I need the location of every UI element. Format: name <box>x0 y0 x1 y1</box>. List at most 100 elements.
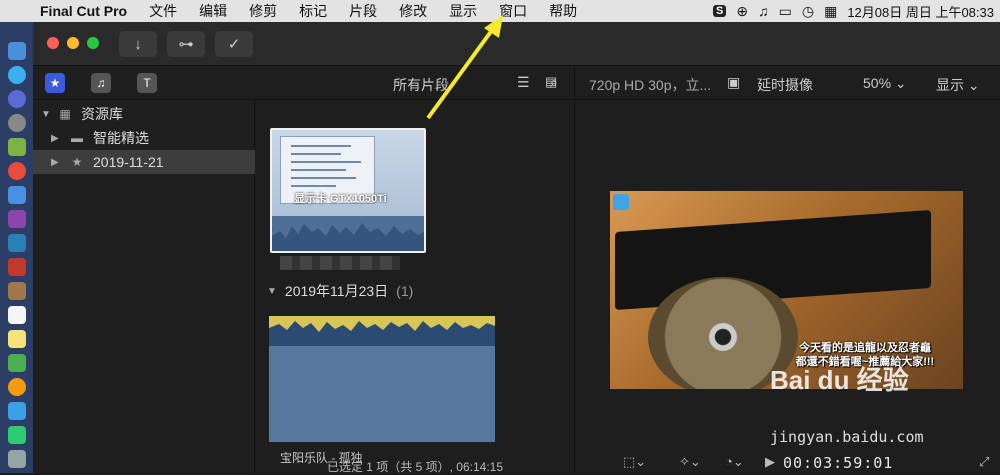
viewer-footer: ⬚⌄ ✧⌄ ◔⌄ ▶ 00:03:59:01 ⤢ <box>575 454 1000 473</box>
sidebar-item-label: 2019-11-21 <box>93 154 164 170</box>
clip-caption: 显示卡 GTX1050Ti <box>294 193 387 205</box>
clip-thumbnail-2[interactable] <box>269 316 495 442</box>
date-group-header[interactable]: ▼ 2019年11月23日 (1) <box>267 281 413 301</box>
display-icon[interactable]: ▭ <box>779 3 792 20</box>
fcp-window: ↓ ⊶ ✓ ★ ♫ T ▼ ▦ 资源库 ▶ ▬ 智能精选 ▶ ★ 2019-11… <box>33 22 1000 474</box>
fullscreen-icon[interactable]: ⤢ <box>979 454 989 470</box>
clip-thumbnail-image: 显示卡 GTX1050Ti <box>272 130 424 216</box>
format-info: 720p HD 30p，立... <box>589 77 712 93</box>
video-corner-icon <box>613 194 629 210</box>
menu-help[interactable]: 帮助 <box>549 1 577 21</box>
library-grid-icon: ▦ <box>59 107 71 121</box>
toolbar: ↓ ⊶ ✓ <box>33 22 1000 66</box>
safari-icon[interactable] <box>8 66 26 84</box>
zoom-dropdown[interactable]: 50% ⌄ <box>863 75 907 92</box>
display-label: 显示 <box>936 77 964 93</box>
close-button[interactable] <box>47 37 59 49</box>
maps-icon[interactable] <box>8 354 26 372</box>
menu-mark[interactable]: 标记 <box>299 1 327 21</box>
browser-header: 所有片段 ☰ ▤ <box>255 66 575 100</box>
audio-waveform <box>269 316 495 346</box>
dock <box>0 22 33 473</box>
clip-name-blurred <box>280 256 400 270</box>
messages-icon[interactable] <box>8 402 26 420</box>
app-icon[interactable] <box>8 258 26 276</box>
music-icon[interactable]: ♫ <box>758 3 769 19</box>
enhance-wand-icon[interactable]: ✧⌄ <box>679 454 701 470</box>
sidebar-item-label: 智能精选 <box>93 130 149 146</box>
play-button[interactable]: ▶ <box>765 454 775 470</box>
checkmark-icon: ✓ <box>227 36 241 53</box>
browser-panel: 所有片段 ☰ ▤ 显示卡 GTX1050Ti ▼ 2019年11月23日 (1)… <box>255 66 575 474</box>
menu-modify[interactable]: 修改 <box>399 1 427 21</box>
transform-icon[interactable]: ⬚⌄ <box>623 454 646 470</box>
disclosure-triangle-icon[interactable]: ▼ <box>41 109 51 120</box>
menu-window[interactable]: 窗口 <box>499 1 527 21</box>
app-icon[interactable] <box>8 210 26 228</box>
finder-icon[interactable] <box>8 42 26 60</box>
date-group-label: 2019年11月23日 <box>284 283 389 299</box>
timelapse-label[interactable]: 延时摄像 <box>757 75 813 95</box>
menu-edit[interactable]: 编辑 <box>199 1 227 21</box>
download-arrow-icon: ↓ <box>134 35 142 53</box>
selection-status: 已选定 1 项（共 5 项）, 06:14:15 <box>326 460 504 474</box>
library-header: ★ ♫ T <box>33 66 255 100</box>
list-view-icon[interactable]: ☰ <box>517 74 530 91</box>
notes-icon[interactable] <box>8 330 26 348</box>
background-tasks-button[interactable]: ✓ <box>215 31 253 57</box>
keyword-button[interactable]: ⊶ <box>167 31 205 57</box>
photos-audio-icon[interactable]: ♫ <box>91 73 111 93</box>
s-app-icon[interactable]: S <box>713 5 727 17</box>
clip-filter-dropdown[interactable]: 所有片段 <box>393 75 449 95</box>
menu-trim[interactable]: 修剪 <box>249 1 277 21</box>
watermark-url: jingyan.baidu.com <box>770 428 924 446</box>
menu-view[interactable]: 显示 <box>449 1 477 21</box>
menu-file[interactable]: 文件 <box>149 1 177 21</box>
disclosure-triangle-icon[interactable]: ▼ <box>267 286 277 297</box>
titles-generators-icon[interactable]: T <box>137 73 157 93</box>
siri-icon[interactable] <box>8 90 26 108</box>
sidebar-item-smart-collections[interactable]: ▶ ▬ 智能精选 <box>33 126 255 150</box>
audio-waveform <box>272 216 424 251</box>
chrome-icon[interactable] <box>8 162 26 180</box>
settings-icon[interactable] <box>8 450 26 468</box>
calendar-icon[interactable] <box>8 306 26 324</box>
display-dropdown[interactable]: 显示 ⌄ <box>936 75 980 95</box>
menu-bar: Final Cut Pro 文件 编辑 修剪 标记 片段 修改 显示 窗口 帮助… <box>0 0 1000 22</box>
speed-gauge-icon[interactable]: ◔⌄ <box>725 454 744 470</box>
minimize-button[interactable] <box>67 37 79 49</box>
star-event-icon: ★ <box>71 155 83 169</box>
android-icon[interactable] <box>8 138 26 156</box>
clapper-icon: ▣ <box>727 74 741 90</box>
menu-clock[interactable]: 12月08日 周日 上午08:33 <box>847 2 994 21</box>
import-button[interactable]: ↓ <box>119 31 157 57</box>
viewer-panel: 720p HD 30p，立... ▣ 延时摄像 50% ⌄ 显示 ⌄ 今天看的是… <box>575 66 1000 473</box>
menu-clip[interactable]: 片段 <box>349 1 377 21</box>
facetime-icon[interactable] <box>8 426 26 444</box>
subtitle-line-1: 今天看的是追龍以及忍者龜 <box>799 342 931 354</box>
sidebar-item-label: 资源库 <box>81 106 123 122</box>
calendar-icon[interactable]: ▦ <box>824 3 837 20</box>
photos-icon[interactable] <box>8 378 26 396</box>
zoom-value: 50% <box>863 75 892 91</box>
timecode-display: 00:03:59:01 <box>783 454 894 472</box>
clock-icon[interactable]: ◷ <box>802 3 814 20</box>
globe-icon[interactable]: ⊕ <box>736 3 748 20</box>
app-icon[interactable] <box>8 186 26 204</box>
disclosure-triangle-icon[interactable]: ▶ <box>51 157 61 168</box>
app-menu[interactable]: Final Cut Pro <box>40 3 127 19</box>
libraries-icon[interactable]: ★ <box>45 73 65 93</box>
folder-icon: ▬ <box>71 131 83 145</box>
app-icon[interactable] <box>8 234 26 252</box>
disclosure-triangle-icon[interactable]: ▶ <box>51 133 61 144</box>
search-icon[interactable]: ⌕ <box>550 74 558 91</box>
date-group-count: (1) <box>396 283 414 299</box>
sidebar-item-event[interactable]: ▶ ★ 2019-11-21 <box>33 150 255 174</box>
zoom-button[interactable] <box>87 37 99 49</box>
key-icon: ⊶ <box>178 36 194 53</box>
app-icon[interactable] <box>8 282 26 300</box>
clip-thumbnail-1[interactable]: 显示卡 GTX1050Ti <box>270 128 426 253</box>
launchpad-icon[interactable] <box>8 114 26 132</box>
sidebar-item-library[interactable]: ▼ ▦ 资源库 <box>33 102 255 126</box>
watermark-logo: Bai du 经验 <box>770 365 909 395</box>
